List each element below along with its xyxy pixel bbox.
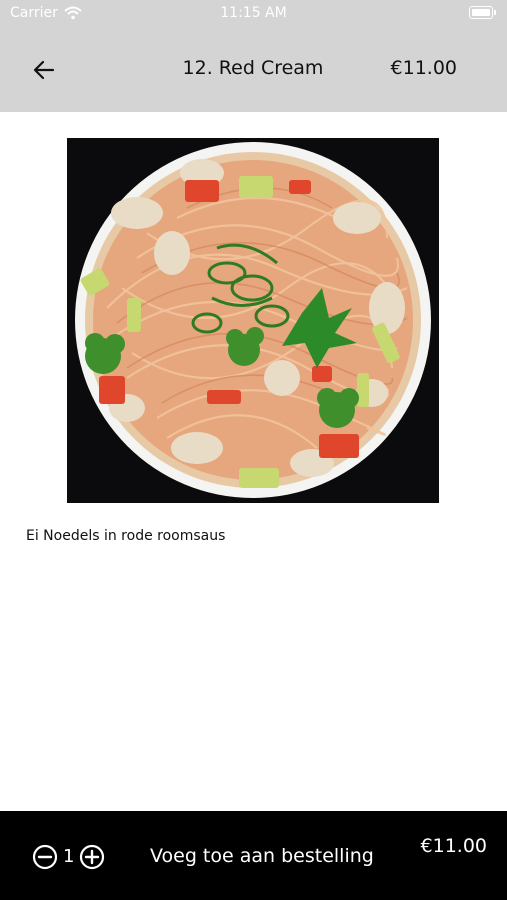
dish-image: [67, 138, 439, 503]
noodle-bowl-illustration: [75, 142, 431, 498]
arrow-left-icon: [33, 60, 55, 80]
page-title: 12. Red Cream: [182, 57, 324, 79]
circle-plus-icon[interactable]: [79, 844, 105, 870]
battery-icon: [469, 6, 496, 19]
order-bar: 1 Voeg toe aan bestelling €11.00: [0, 811, 507, 900]
circle-minus-icon[interactable]: [32, 844, 58, 870]
add-to-order-button[interactable]: Voeg toe aan bestelling: [150, 845, 374, 867]
header-price: €11.00: [390, 57, 457, 79]
dish-description: Ei Noedels in rode roomsaus: [26, 528, 226, 544]
screen: Carrier 11:15 AM 12. Red Cream €11.00 Ei…: [0, 0, 507, 900]
status-time: 11:15 AM: [220, 5, 287, 21]
back-button[interactable]: [26, 52, 62, 88]
header: Carrier 11:15 AM 12. Red Cream €11.00: [0, 0, 507, 112]
order-price: €11.00: [420, 835, 487, 857]
quantity-value: 1: [63, 846, 75, 867]
status-bar: Carrier 11:15 AM: [0, 0, 507, 28]
